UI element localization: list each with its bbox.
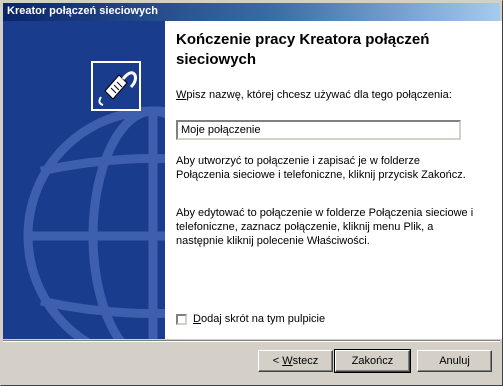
back-button-prefix: < [272,355,283,367]
button-separator [3,340,500,342]
network-cable-icon [91,61,141,111]
wizard-content: Kończenie pracy Kreatora połączeń siecio… [165,21,502,339]
connection-name-input[interactable]: Moje połączenie [176,120,461,140]
window-title: Kreator połączeń sieciowych [7,5,158,17]
edit-instructions-text: Aby edytować to połączenie w folderze Po… [176,207,474,247]
desktop-shortcut-option[interactable]: Dodaj skrót na tym pulpicie [176,313,325,325]
back-access-key: W [282,355,293,367]
save-instructions-text: Aby utworzyć to połączenie i zapisać je … [176,155,466,181]
back-button[interactable]: < Wstecz [258,350,333,372]
connection-name-label-text: pisz nazwę, której chcesz używać dla teg… [186,89,452,101]
back-button-label: stecz [292,355,319,367]
access-key-w: W [176,89,187,101]
title-bar[interactable]: Kreator połączeń sieciowych [3,3,500,21]
desktop-shortcut-checkbox[interactable] [176,313,187,325]
cancel-button[interactable]: Anuluj [417,350,492,372]
connection-name-label: Wpisz nazwę, której chcesz używać dla te… [176,89,452,101]
desktop-shortcut-label-text: odaj skrót na tym pulpicie [200,313,326,325]
finish-button[interactable]: Zakończ [334,349,411,373]
page-title: Kończenie pracy Kreatora połączeń siecio… [176,31,430,68]
desktop-shortcut-label[interactable]: Dodaj skrót na tym pulpicie [193,313,325,325]
access-key-d: D [193,313,201,325]
wizard-window: Kreator połączeń sieciowych Kończenie pr… [0,0,503,386]
wizard-side-panel [3,21,165,339]
